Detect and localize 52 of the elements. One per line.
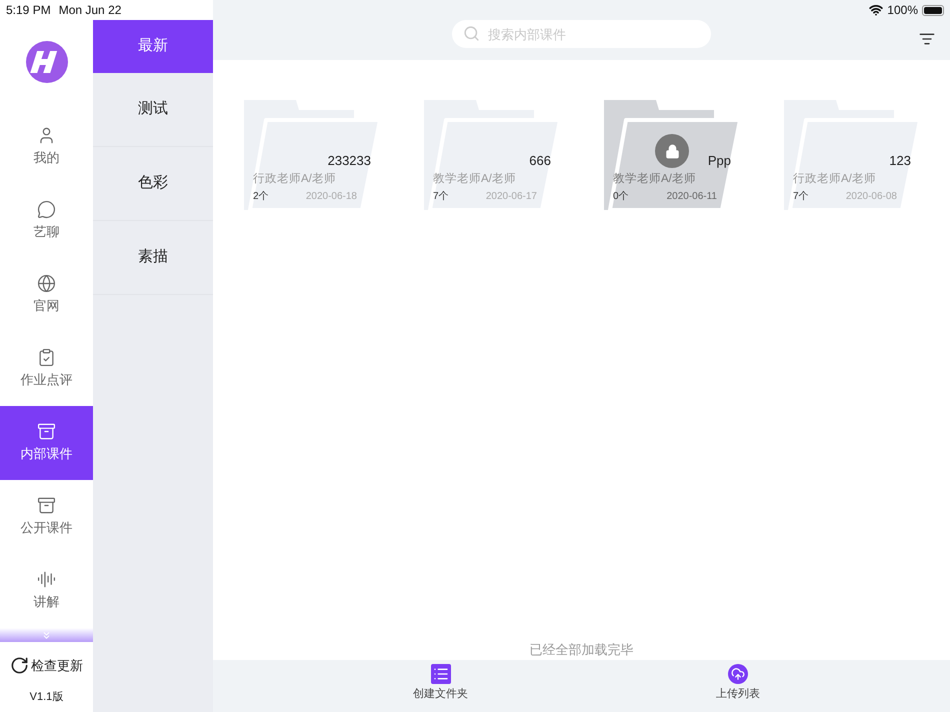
scroll-more-strip[interactable] [0, 628, 93, 642]
nav-item[interactable]: 讲解 [0, 554, 93, 628]
nav-item[interactable]: 我的 [0, 110, 93, 184]
status-time: 5:19 PM [6, 2, 51, 19]
category-tab[interactable]: 最新 [93, 20, 213, 73]
archive-box-icon [37, 496, 56, 516]
category-tab[interactable]: 测试 [93, 73, 213, 147]
sound-wave-icon [37, 570, 56, 590]
check-update-button[interactable]: 检查更新 [0, 656, 93, 676]
category-tab[interactable]: 素描 [93, 221, 213, 295]
checklist-icon [37, 348, 56, 368]
folder-owner: 行政老师A/老师 [253, 172, 336, 187]
refresh-icon [10, 656, 29, 676]
nav-item[interactable]: 官网 [0, 258, 93, 332]
item-count: 0个 [613, 190, 629, 204]
folder-title: 123 [889, 153, 911, 169]
folder-owner: 教学老师A/老师 [433, 172, 516, 187]
nav-item[interactable]: 公开课件 [0, 480, 93, 554]
upload-list-button[interactable]: 上传列表 [716, 660, 760, 712]
item-count: 7个 [793, 190, 809, 204]
wifi-icon [869, 3, 884, 17]
folder-owner: 教学老师A/老师 [613, 172, 696, 187]
nav-item[interactable]: 艺聊 [0, 184, 93, 258]
globe-icon [37, 274, 56, 294]
create-folder-button[interactable]: 创建文件夹 [413, 660, 468, 712]
folder-drawing[interactable] [604, 100, 740, 210]
folder-title: Ppp [708, 153, 731, 169]
nav-item[interactable]: 内部课件 [0, 406, 93, 480]
folder-title: 666 [529, 153, 551, 169]
item-count: 2个 [253, 190, 269, 204]
item-count: 7个 [433, 190, 449, 204]
folder-owner: 行政老师A/老师 [793, 172, 876, 187]
category-tab[interactable]: 色彩 [93, 147, 213, 221]
folder-date: 2020-06-11 [666, 190, 717, 204]
status-date: Mon Jun 22 [58, 2, 122, 19]
folder-date: 2020-06-08 [846, 190, 897, 204]
lock-icon [664, 144, 680, 158]
archive-box-icon [37, 422, 56, 442]
folder-date: 2020-06-17 [486, 190, 537, 204]
nav-item[interactable]: 作业点评 [0, 332, 93, 406]
folder-date: 2020-06-18 [306, 190, 357, 204]
filter-list-icon[interactable] [919, 31, 935, 47]
chevrons-down-icon [41, 630, 52, 640]
folder-title: 233233 [328, 153, 371, 169]
chat-bubble-icon [37, 200, 56, 220]
end-of-list-message: 已经全部加载完毕 [528, 640, 634, 658]
search-icon [463, 25, 480, 42]
version-label: V1.1版 [28, 690, 64, 704]
battery-percent: 100% [887, 2, 918, 19]
cloud-upload-icon [728, 664, 748, 684]
logo-icon [26, 41, 68, 83]
folder-list-icon [430, 664, 450, 684]
